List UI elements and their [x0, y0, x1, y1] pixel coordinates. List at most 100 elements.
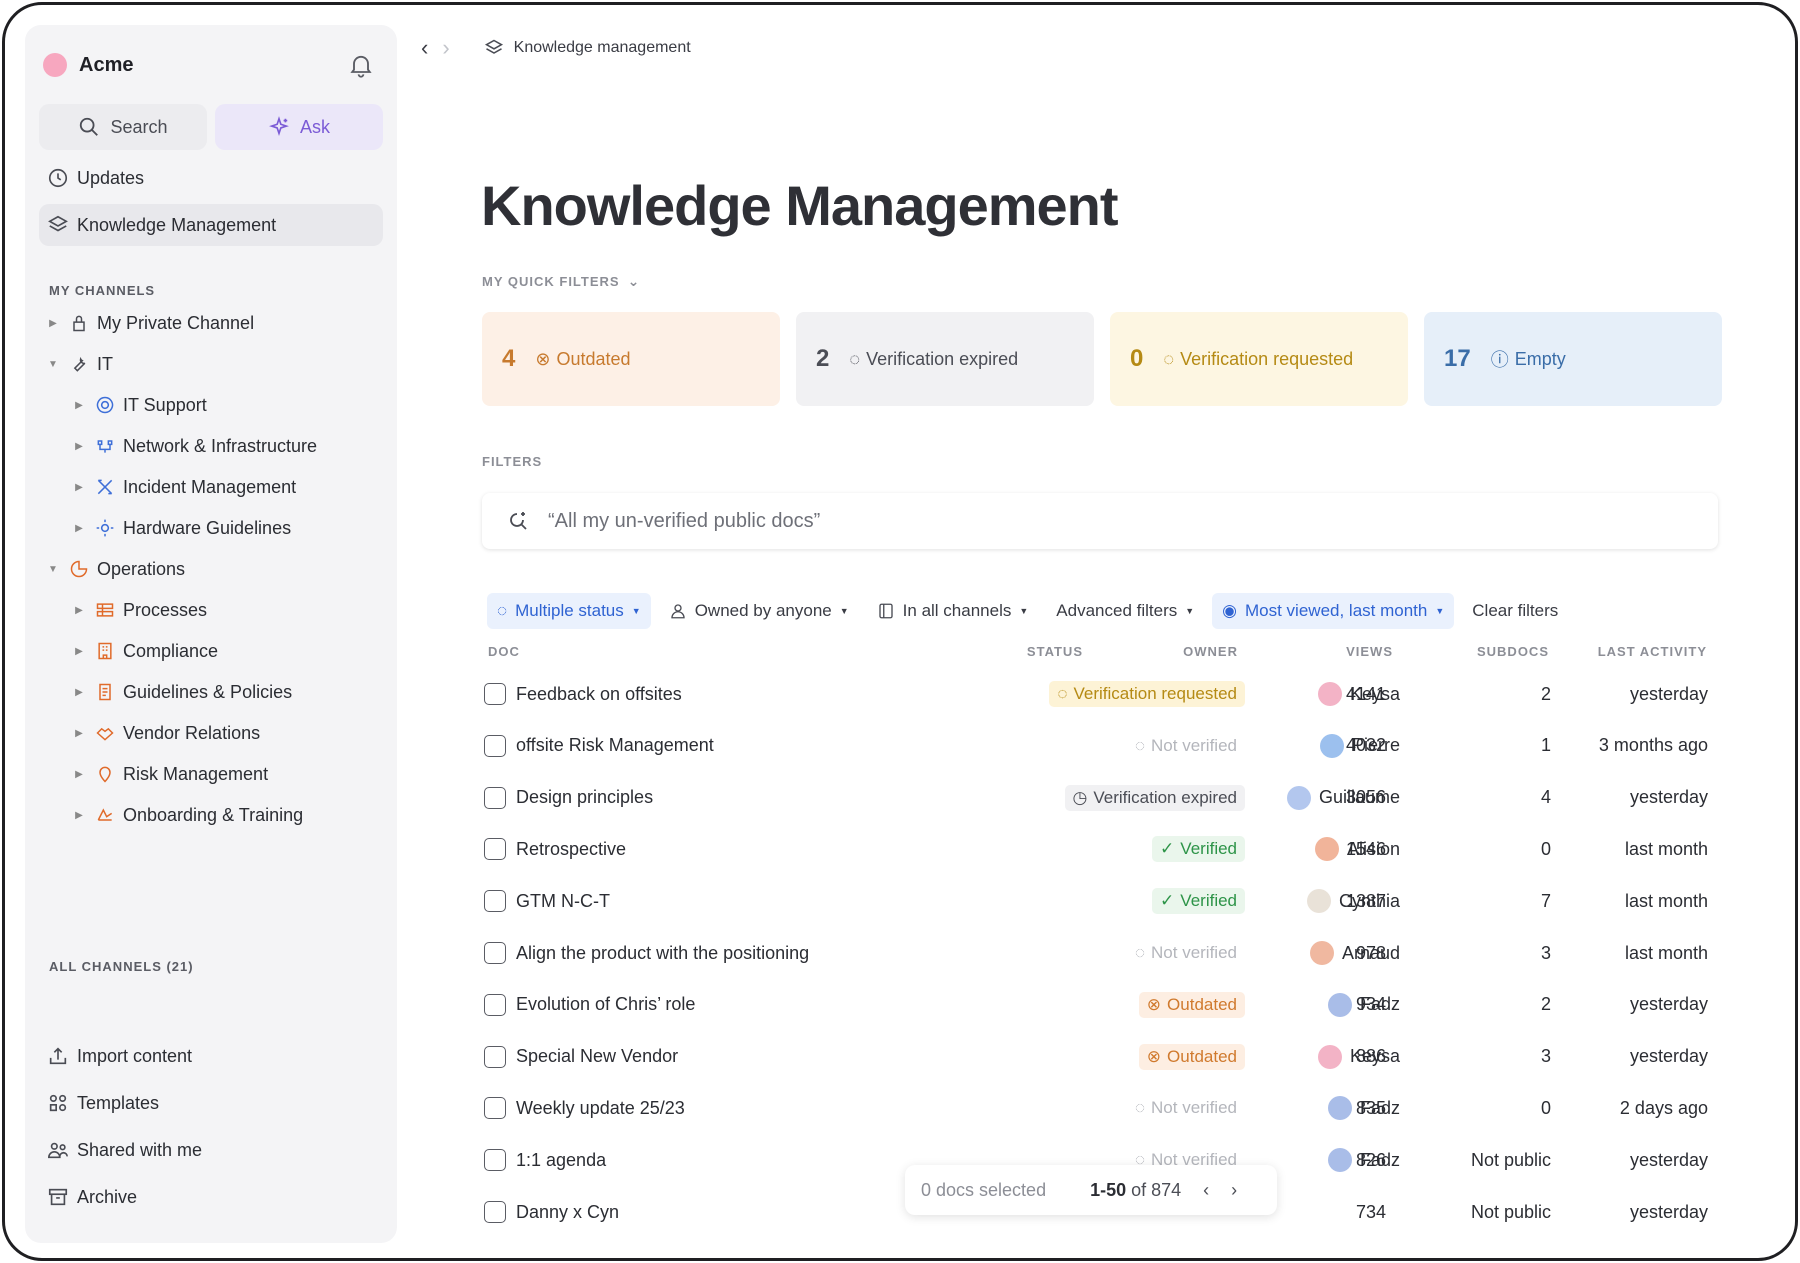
- column-header-views[interactable]: VIEWS: [1346, 644, 1393, 659]
- doc-cell[interactable]: Evolution of Chris’ role: [484, 979, 695, 1031]
- all-channels-heading[interactable]: ALL CHANNELS (21): [49, 959, 194, 974]
- caret-right-icon[interactable]: ▶: [71, 482, 87, 493]
- views-value: 3056: [1345, 787, 1386, 808]
- caret-right-icon[interactable]: ▶: [71, 523, 87, 534]
- sort-chip[interactable]: ◉ Most viewed, last month ▼: [1212, 593, 1455, 629]
- sidebar-channel-item[interactable]: ▶ Hardware Guidelines: [25, 508, 397, 548]
- filter-search-input[interactable]: “All my un-verified public docs”: [482, 493, 1718, 549]
- sidebar-channel-item[interactable]: ▶ Incident Management: [25, 467, 397, 507]
- table-row[interactable]: GTM N-C-T ✓ Verified Cynthia 1387 7 last month: [482, 875, 1718, 927]
- status-label: Not verified: [1151, 943, 1237, 962]
- quick-filters-toggle[interactable]: MY QUICK FILTERS ⌄: [482, 273, 640, 290]
- caret-right-icon[interactable]: ▶: [71, 769, 87, 780]
- nav-import-content[interactable]: Import content: [39, 1035, 383, 1077]
- nav-templates[interactable]: Templates: [39, 1082, 383, 1124]
- table-row[interactable]: Design principles ◷ Verification expired Gu…: [482, 772, 1718, 824]
- doc-cell[interactable]: Align the product with the positioning: [484, 927, 809, 979]
- chevron-down-icon: ⌄: [627, 273, 641, 289]
- doc-cell[interactable]: GTM N-C-T: [484, 875, 610, 927]
- sidebar-channel-label: Guidelines & Policies: [123, 681, 293, 702]
- owner-filter-label: Owned by anyone: [694, 601, 832, 620]
- sidebar-channel-item[interactable]: ▶ Guidelines & Policies: [25, 672, 397, 712]
- sidebar-channel-label: Incident Management: [123, 476, 297, 497]
- prev-page-icon[interactable]: ‹: [1203, 1180, 1209, 1201]
- nav-shared-with-me[interactable]: Shared with me: [39, 1129, 383, 1171]
- quick-filter-outdated[interactable]: 4 ⊗ Outdated: [482, 312, 780, 406]
- sidebar-channel-item[interactable]: ▶ Processes: [25, 590, 397, 630]
- doc-cell[interactable]: Feedback on offsites: [484, 668, 682, 720]
- quick-filter-count: 2: [816, 345, 830, 372]
- table-row[interactable]: offsite Risk Management ◌ Not verified Pier…: [482, 720, 1718, 772]
- advanced-filter-chip[interactable]: Advanced filters ▼: [1046, 593, 1204, 629]
- caret-down-icon[interactable]: ▼: [45, 359, 61, 370]
- breadcrumb[interactable]: Knowledge management: [484, 38, 691, 58]
- doc-cell[interactable]: offsite Risk Management: [484, 720, 714, 772]
- status-filter-chip[interactable]: ◌ Multiple status ▼: [487, 593, 651, 629]
- sidebar-channel-item[interactable]: ▶ IT Support: [25, 385, 397, 425]
- caret-right-icon[interactable]: ▶: [71, 728, 87, 739]
- next-page-icon[interactable]: ›: [1231, 1180, 1237, 1201]
- caret-right-icon[interactable]: ▶: [45, 318, 61, 329]
- table-row[interactable]: Weekly update 25/23 ◌ Not verified Fadz 835 0…: [482, 1082, 1718, 1134]
- column-header-subdocs[interactable]: SUBDOCS: [1477, 644, 1549, 659]
- table-row[interactable]: Retrospective ✓ Verified Alision 1546 0 last m…: [482, 823, 1718, 875]
- caret-right-icon[interactable]: ▶: [71, 810, 87, 821]
- caret-down-icon[interactable]: ▼: [45, 564, 61, 575]
- quick-filter-label: Verification requested: [1180, 348, 1354, 369]
- avatar: [1317, 1044, 1342, 1069]
- sidebar-channel-item[interactable]: ▶ Vendor Relations: [25, 713, 397, 753]
- owner-filter-chip[interactable]: Owned by anyone ▼: [659, 593, 859, 629]
- doc-cell[interactable]: Retrospective: [484, 823, 626, 875]
- caret-right-icon[interactable]: ▶: [71, 687, 87, 698]
- nav-knowledge-management[interactable]: Knowledge Management: [39, 204, 383, 246]
- pagination-bar: 0 docs selected 1-50 of 874 ‹ ›: [905, 1165, 1277, 1215]
- views-value: 1387: [1345, 890, 1386, 911]
- status-label: Verified: [1180, 839, 1237, 859]
- status-icon: ✓: [1160, 891, 1175, 911]
- search-button[interactable]: Search: [39, 104, 207, 150]
- caret-right-icon[interactable]: ▶: [71, 441, 87, 452]
- caret-right-icon[interactable]: ▶: [71, 400, 87, 411]
- nav-updates[interactable]: Updates: [39, 157, 383, 199]
- sidebar-channel-label: Vendor Relations: [123, 722, 261, 743]
- status-label: Outdated: [1167, 994, 1237, 1014]
- sidebar-channel-item[interactable]: ▶ Network & Infrastructure: [25, 426, 397, 466]
- doc-cell[interactable]: Special New Vendor: [484, 1031, 678, 1083]
- nav-archive[interactable]: Archive: [39, 1176, 383, 1218]
- table-row[interactable]: Evolution of Chris’ role ⊗ Outdated Fadz 934…: [482, 979, 1718, 1031]
- ask-button[interactable]: Ask: [215, 104, 383, 150]
- doc-cell[interactable]: Design principles: [484, 772, 653, 824]
- doc-cell[interactable]: 1:1 agenda: [484, 1134, 606, 1186]
- quick-filter-verification-expired[interactable]: 2 ◌ Verification expired: [796, 312, 1094, 406]
- table-row[interactable]: Feedback on offsites ◌ Verification reques…: [482, 668, 1718, 720]
- sidebar-channel-item[interactable]: ▶ My Private Channel: [25, 303, 397, 343]
- sidebar-channel-item[interactable]: ▼ Operations: [25, 549, 397, 589]
- column-header-status[interactable]: STATUS: [1027, 644, 1083, 659]
- table-row[interactable]: Align the product with the positioning ◌ N…: [482, 927, 1718, 979]
- channel-filter-chip[interactable]: In all channels ▼: [867, 593, 1039, 629]
- sidebar-channel-item[interactable]: ▼ IT: [25, 344, 397, 384]
- column-header-doc[interactable]: DOC: [488, 644, 520, 659]
- column-header-last-activity[interactable]: LAST ACTIVITY: [1598, 644, 1707, 659]
- column-header-owner[interactable]: OWNER: [1183, 644, 1238, 659]
- sidebar-channel-item[interactable]: ▶ Onboarding & Training: [25, 795, 397, 835]
- clear-filters-button[interactable]: Clear filters: [1462, 593, 1568, 629]
- doc-cell[interactable]: Danny x Cyn: [484, 1186, 619, 1238]
- sidebar-channel-item[interactable]: ▶ Compliance: [25, 631, 397, 671]
- back-arrow-icon[interactable]: ‹: [421, 35, 428, 61]
- table-row[interactable]: Special New Vendor ⊗ Outdated Keysa 886 3 yest…: [482, 1031, 1718, 1083]
- caret-right-icon[interactable]: ▶: [71, 605, 87, 616]
- views-value: 1546: [1345, 838, 1386, 859]
- forward-arrow-icon[interactable]: ›: [442, 35, 449, 61]
- quick-filter-verification-requested[interactable]: 0 ◌ Verification requested: [1110, 312, 1408, 406]
- status-badge: ✓ Verified: [1152, 836, 1245, 863]
- wrench-icon: [73, 356, 86, 372]
- quick-filter-empty[interactable]: 17 ⓘ Empty: [1424, 312, 1722, 406]
- bell-icon[interactable]: [347, 51, 375, 79]
- sidebar-channel-item[interactable]: ▶ Risk Management: [25, 754, 397, 794]
- doc-cell[interactable]: Weekly update 25/23: [484, 1082, 685, 1134]
- workspace-switcher[interactable]: Acme: [43, 47, 133, 83]
- status-icon: ◷: [1072, 787, 1088, 807]
- search-ask-row: Search Ask: [39, 104, 383, 150]
- caret-right-icon[interactable]: ▶: [71, 646, 87, 657]
